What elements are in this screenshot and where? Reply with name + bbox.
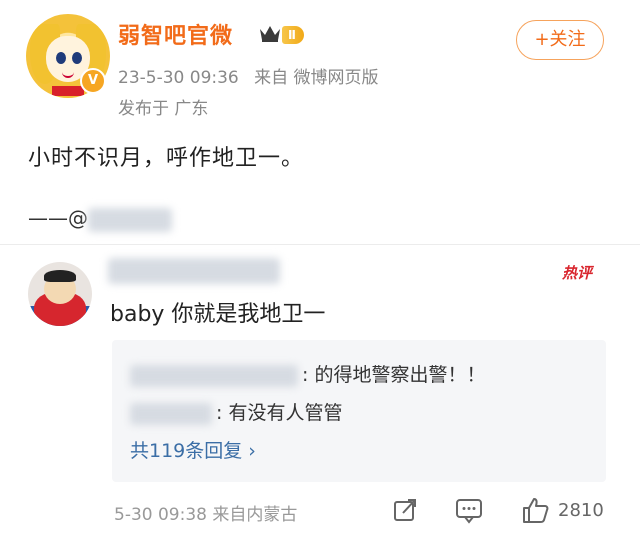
commenter-avatar[interactable] xyxy=(28,262,92,326)
reply-item[interactable]: : 有没有人管管 xyxy=(130,398,342,425)
crown-icon xyxy=(260,26,280,42)
verified-badge-icon: V xyxy=(80,68,106,94)
hot-comment-badge: 热评 xyxy=(562,264,593,282)
commenter-name-blurred[interactable] xyxy=(108,258,280,284)
post-timestamp: 23-5-30 09:36 xyxy=(118,68,239,88)
follow-button[interactable]: +关注 xyxy=(516,20,604,60)
more-replies-link[interactable]: 共119条回复 › xyxy=(130,436,256,463)
blurred-username[interactable] xyxy=(88,207,172,232)
divider xyxy=(0,244,640,245)
like-count: 2810 xyxy=(558,500,604,521)
reply-item[interactable]: : 的得地警察出警！！ xyxy=(130,360,485,387)
post-text: 小时不识月，呼作地卫一。 xyxy=(28,146,305,171)
post-source: 来自 微博网页版 xyxy=(254,68,379,88)
mention-prefix: ——@ xyxy=(28,206,88,230)
post-meta: 23-5-30 09:36 来自 微博网页版 xyxy=(118,63,389,88)
reply-text: : 有没有人管管 xyxy=(216,402,343,424)
reply-text: : 的得地警察出警！！ xyxy=(302,364,486,386)
comment-meta: 5-30 09:38 来自内蒙古 xyxy=(114,505,298,525)
share-icon[interactable] xyxy=(390,496,420,524)
comment-text: baby 你就是我地卫一 xyxy=(110,302,326,327)
reply-author-blurred[interactable] xyxy=(130,364,298,387)
reply-author-blurred[interactable] xyxy=(130,402,212,425)
post-location: 发布于 广东 xyxy=(118,99,209,119)
comment-icon[interactable] xyxy=(454,496,484,524)
reply-box[interactable]: : 的得地警察出警！！ : 有没有人管管 共119条回复 › xyxy=(112,340,606,482)
author-name[interactable]: 弱智吧官微 xyxy=(118,18,233,50)
level-badge: Ⅱ xyxy=(282,26,304,44)
like-icon[interactable] xyxy=(520,496,550,524)
post-mention: ——@ xyxy=(28,206,172,232)
